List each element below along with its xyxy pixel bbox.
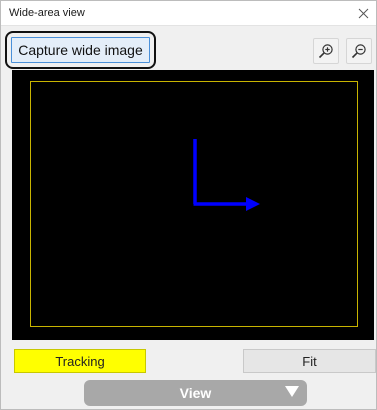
- zoom-in-button[interactable]: [313, 38, 339, 64]
- view-dropdown-label: View: [179, 385, 212, 401]
- xy-axis-arrow-icon: [193, 139, 260, 211]
- title-bar: Wide-area view: [1, 1, 376, 26]
- wide-area-view-window: Wide-area view Capture wide image Tracki…: [0, 0, 377, 410]
- capture-button-highlight: Capture wide image: [5, 31, 156, 69]
- zoom-out-button[interactable]: [346, 38, 372, 64]
- close-icon: [358, 8, 368, 18]
- fit-button[interactable]: Fit: [243, 349, 376, 373]
- zoom-in-icon: [318, 44, 333, 59]
- capture-wide-image-button[interactable]: Capture wide image: [11, 37, 150, 63]
- toolbar: Capture wide image: [1, 27, 376, 71]
- viewport-canvas: [30, 81, 358, 327]
- window-title: Wide-area view: [9, 7, 85, 19]
- close-button[interactable]: [354, 4, 372, 22]
- tracking-button[interactable]: Tracking: [14, 349, 146, 373]
- zoom-out-icon: [351, 44, 366, 59]
- wide-area-viewport[interactable]: [12, 70, 374, 340]
- view-dropdown[interactable]: View: [84, 380, 307, 406]
- chevron-down-icon: [285, 386, 299, 397]
